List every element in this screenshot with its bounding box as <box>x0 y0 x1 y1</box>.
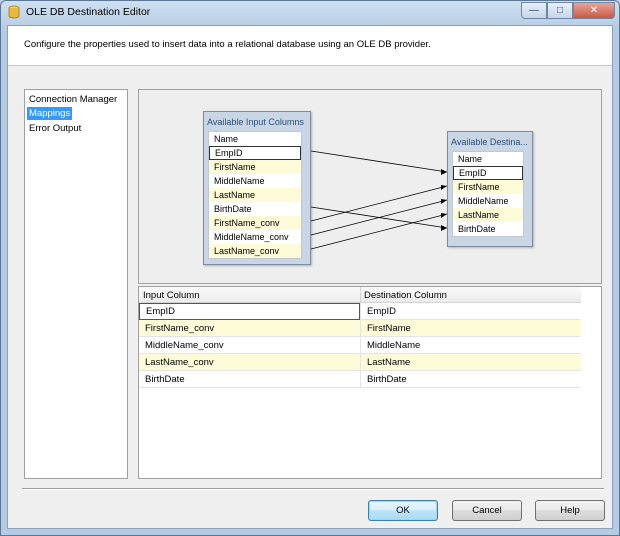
maximize-button[interactable]: □ <box>547 2 573 19</box>
cancel-button[interactable]: Cancel <box>452 500 522 521</box>
close-button[interactable]: ✕ <box>573 2 615 19</box>
window-title: OLE DB Destination Editor <box>26 6 151 18</box>
dialog-window: OLE DB Destination Editor — □ ✕ Configur… <box>0 0 620 536</box>
table-row[interactable]: BirthDate BirthDate <box>139 371 581 388</box>
table-row[interactable]: LastName_conv LastName <box>139 354 581 371</box>
database-icon <box>8 5 20 19</box>
help-button[interactable]: Help <box>535 500 605 521</box>
close-icon: ✕ <box>589 5 599 16</box>
minimize-button[interactable]: — <box>521 2 547 19</box>
grid-input-cell[interactable]: BirthDate <box>139 371 360 388</box>
grid-input-cell[interactable]: EmpID <box>139 303 360 320</box>
title-bar[interactable]: OLE DB Destination Editor — □ ✕ <box>1 1 619 23</box>
table-row[interactable]: FirstName_conv FirstName <box>139 320 581 337</box>
nav-item-connection-manager[interactable]: Connection Manager <box>27 93 119 106</box>
nav-item-mappings[interactable]: Mappings <box>27 107 73 120</box>
minimize-icon: — <box>529 5 539 16</box>
grid-destination-cell[interactable]: FirstName <box>360 320 581 337</box>
grid-header: Input Column Destination Column <box>139 287 581 303</box>
mapping-lines <box>310 150 448 250</box>
nav-item-error-output[interactable]: Error Output <box>27 122 83 135</box>
grid-destination-cell[interactable]: BirthDate <box>360 371 581 388</box>
dialog-client: Configure the properties used to insert … <box>7 25 613 529</box>
mapping-designer[interactable]: Available Input Columns Name EmpID First… <box>138 89 602 284</box>
maximize-icon: □ <box>556 5 564 16</box>
grid-destination-cell[interactable]: LastName <box>360 354 581 371</box>
table-row[interactable]: MiddleName_conv MiddleName <box>139 337 581 354</box>
mappings-grid[interactable]: Input Column Destination Column EmpID Em… <box>138 286 602 479</box>
table-row[interactable]: EmpID EmpID <box>139 303 581 320</box>
grid-destination-cell[interactable]: EmpID <box>360 303 581 320</box>
destination-column-header[interactable]: Destination Column <box>364 290 447 301</box>
ok-button[interactable]: OK <box>368 500 438 521</box>
input-column-header[interactable]: Input Column <box>143 290 200 301</box>
grid-input-cell[interactable]: FirstName_conv <box>139 320 360 337</box>
grid-destination-cell[interactable]: MiddleName <box>360 337 581 354</box>
page-navigation-list: Connection Manager Mappings Error Output <box>24 89 128 479</box>
grid-input-cell[interactable]: MiddleName_conv <box>139 337 360 354</box>
footer-separator <box>22 488 604 490</box>
description-banner: Configure the properties used to insert … <box>8 26 612 66</box>
grid-input-cell[interactable]: LastName_conv <box>139 354 360 371</box>
banner-description: Configure the properties used to insert … <box>24 39 431 50</box>
